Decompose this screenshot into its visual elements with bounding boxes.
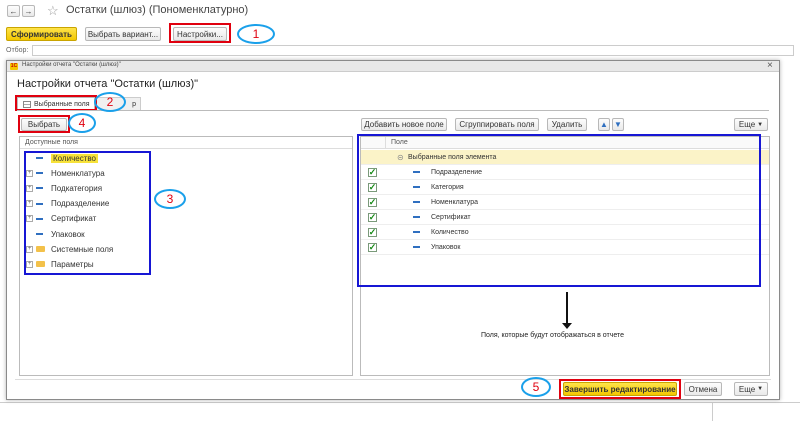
tab-label: р [132,100,136,108]
settings-highlight [169,23,231,43]
favorite-star-icon[interactable]: ☆ [47,3,59,19]
available-fields-header: Доступные поля [25,139,78,146]
annotation-arrow-head [562,323,572,329]
back-button[interactable]: ← [7,5,20,17]
forward-button[interactable]: → [22,5,35,17]
callout-4: 4 [68,113,96,133]
dialog-heading: Настройки отчета "Остатки (шлюз)" [17,78,199,90]
settings-dialog: 1С Настройки отчета "Остатки (шлюз)" × Н… [6,60,780,400]
move-down-button[interactable]: ▼ [612,118,624,131]
callout-2: 2 [94,92,126,112]
chevron-down-icon: ▼ [757,121,764,128]
callout-3: 3 [154,189,186,209]
tab-highlight [15,95,97,111]
annotation-text: Поля, которые будут отображаться в отчет… [481,332,625,339]
callout-1: 1 [237,24,275,44]
choose-variant-button[interactable]: Выбрать вариант... [85,27,161,41]
arrow-left-icon: ← [9,6,18,16]
tab-strip-line [17,110,769,111]
arrow-right-icon: → [24,6,33,16]
generate-button[interactable]: Сформировать [6,27,77,41]
page-title: Остатки (шлюз) (Пономенклатурно) [66,4,249,16]
select-highlight [18,115,70,133]
available-fields-header-line [20,148,352,149]
group-fields-button[interactable]: Сгруппировать поля [455,118,539,131]
app-logo-icon: 1С [10,63,18,70]
filter-label: Отбор: [6,47,29,54]
add-field-button[interactable]: Добавить новое поле [361,118,447,131]
more-menu-button[interactable]: Еще ▼ [734,118,768,131]
close-icon[interactable]: × [767,60,773,71]
arrow-down-icon: ▼ [614,120,622,129]
filter-field[interactable] [32,45,794,56]
finish-highlight [559,379,681,399]
dialog-titlebar: 1С Настройки отчета "Остатки (шлюз)" × [7,60,779,72]
available-fields-highlight [24,151,151,275]
main-bottom-divider-v [712,402,713,421]
arrow-up-icon: ▲ [600,120,608,129]
callout-5: 5 [521,377,551,397]
dialog-window-title: Настройки отчета "Остатки (шлюз)" [22,62,121,68]
main-bottom-divider [0,402,800,403]
move-up-button[interactable]: ▲ [598,118,610,131]
footer-more-button[interactable]: Еще ▼ [734,382,768,396]
selected-fields-highlight [357,134,761,287]
annotation-arrow-line [566,292,568,325]
delete-button[interactable]: Удалить [547,118,587,131]
cancel-button[interactable]: Отмена [684,382,722,396]
chevron-down-icon: ▼ [757,386,764,392]
